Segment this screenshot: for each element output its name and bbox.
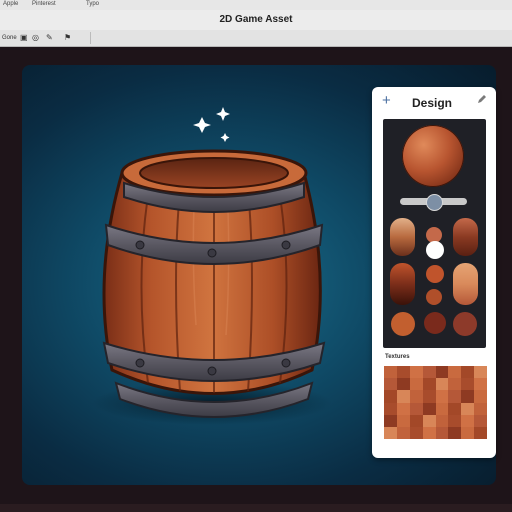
texture-tile[interactable]	[448, 390, 462, 403]
window-title: 2D Game Asset	[219, 14, 293, 25]
texture-tile[interactable]	[409, 426, 423, 439]
swatch-circle-6[interactable]	[453, 312, 477, 336]
add-icon[interactable]: +	[382, 92, 391, 109]
texture-tile[interactable]	[422, 414, 436, 427]
texture-tile[interactable]	[396, 378, 410, 391]
texture-tile[interactable]	[435, 366, 449, 379]
swatch-gradient-1[interactable]	[390, 218, 415, 256]
material-preview	[402, 125, 464, 187]
texture-tile[interactable]	[409, 378, 423, 391]
texture-tile[interactable]	[422, 402, 436, 415]
texture-tile[interactable]	[396, 414, 410, 427]
menu-item-pinterest[interactable]: Pinterest	[32, 1, 56, 7]
texture-tile[interactable]	[435, 426, 449, 439]
menu-item-typo[interactable]: Typo	[86, 1, 99, 7]
texture-tile[interactable]	[474, 402, 487, 415]
texture-tile[interactable]	[435, 378, 449, 391]
texture-tile[interactable]	[384, 402, 397, 415]
texture-tile[interactable]	[461, 414, 475, 427]
design-panel: + Design Textures	[372, 87, 496, 458]
texture-tile[interactable]	[435, 402, 449, 415]
texture-tile[interactable]	[409, 366, 423, 379]
status-strip	[0, 504, 512, 512]
texture-tile[interactable]	[422, 366, 436, 379]
texture-tile[interactable]	[384, 390, 397, 403]
target-icon[interactable]: ◎	[32, 33, 39, 43]
color-picker[interactable]	[383, 119, 486, 348]
bookmark-icon[interactable]: ⚑	[64, 33, 71, 43]
texture-tile[interactable]	[474, 378, 487, 391]
texture-tile[interactable]	[384, 366, 397, 379]
texture-tile[interactable]	[461, 366, 475, 379]
texture-tile[interactable]	[396, 366, 410, 379]
texture-tile[interactable]	[474, 366, 487, 379]
texture-tile[interactable]	[448, 414, 462, 427]
texture-tile[interactable]	[384, 414, 397, 427]
swatch-white[interactable]	[426, 241, 444, 259]
menu-item-apple[interactable]: Apple	[3, 1, 18, 7]
sparkle-icon	[193, 107, 230, 142]
toolbar-item-gone[interactable]: Gone	[2, 33, 17, 43]
texture-tile[interactable]	[384, 426, 397, 439]
texture-tile[interactable]	[448, 378, 462, 391]
toolbar: Gone ▣ ◎ ✎ ⚑	[0, 30, 512, 47]
barrel-top	[120, 149, 308, 213]
title-bar: 2D Game Asset	[0, 10, 512, 31]
texture-grid[interactable]	[384, 366, 487, 439]
swatch-circle-4[interactable]	[391, 312, 415, 336]
texture-tile[interactable]	[422, 426, 436, 439]
pencil-icon[interactable]	[476, 93, 488, 105]
texture-tile[interactable]	[448, 426, 462, 439]
cube-icon[interactable]: ▣	[20, 33, 28, 43]
texture-tile[interactable]	[474, 414, 487, 427]
swatch-gradient-2[interactable]	[453, 218, 478, 256]
texture-tile[interactable]	[448, 366, 462, 379]
texture-tile[interactable]	[448, 402, 462, 415]
texture-tile[interactable]	[435, 414, 449, 427]
texture-tile[interactable]	[461, 426, 475, 439]
texture-tile[interactable]	[396, 426, 410, 439]
texture-tile[interactable]	[384, 378, 397, 391]
texture-tile[interactable]	[474, 390, 487, 403]
texture-tile[interactable]	[422, 390, 436, 403]
texture-tile[interactable]	[435, 390, 449, 403]
swatch-gradient-4[interactable]	[453, 263, 478, 305]
toolbar-divider	[90, 32, 91, 44]
design-panel-title: Design	[412, 96, 453, 110]
slider-handle[interactable]	[425, 194, 443, 211]
texture-tile[interactable]	[396, 390, 410, 403]
texture-tile[interactable]	[409, 402, 423, 415]
swatch-circle-2[interactable]	[426, 265, 444, 283]
texture-tile[interactable]	[409, 390, 423, 403]
swatch-circle-3[interactable]	[426, 289, 442, 305]
design-panel-header: + Design	[372, 87, 496, 119]
texture-tile[interactable]	[461, 402, 475, 415]
swatch-circle-5[interactable]	[424, 312, 446, 334]
texture-tile[interactable]	[461, 390, 475, 403]
texture-tile[interactable]	[474, 426, 487, 439]
texture-tile[interactable]	[396, 402, 410, 415]
texture-tile[interactable]	[422, 378, 436, 391]
texture-tile[interactable]	[461, 378, 475, 391]
textures-label: Textures	[385, 354, 410, 360]
texture-tile[interactable]	[409, 414, 423, 427]
swatch-gradient-3[interactable]	[390, 263, 415, 305]
brush-icon[interactable]: ✎	[46, 33, 53, 43]
